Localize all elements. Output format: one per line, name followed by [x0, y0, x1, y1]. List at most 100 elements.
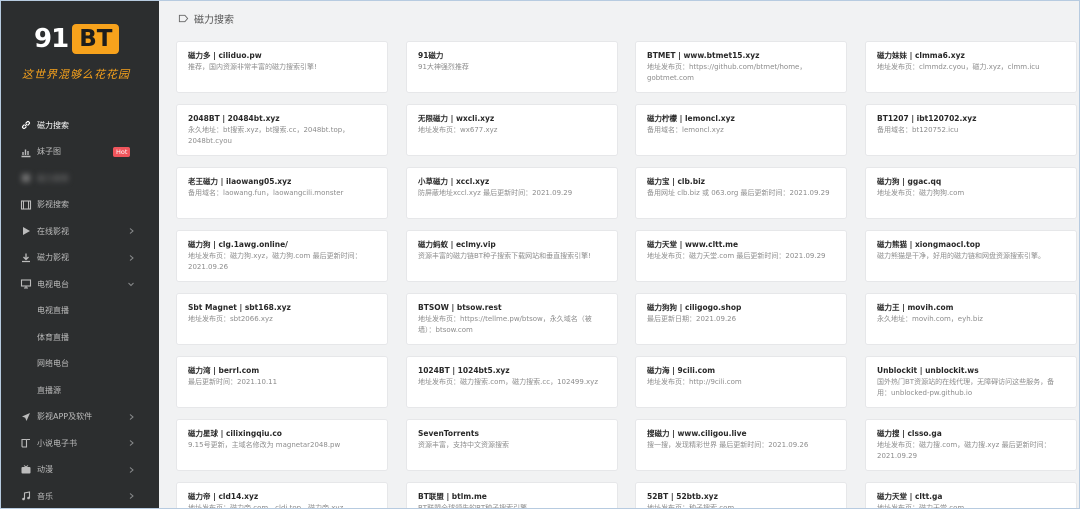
site-card-description: 资源丰富，支持中文资源搜索: [418, 441, 509, 449]
sidebar-item-4[interactable]: 在线影视: [0, 218, 159, 245]
site-card-title: 52BT | 52btb.xyz: [647, 492, 718, 501]
site-card[interactable]: BT1207 | ibt120702.xyz 备用域名：bt120752.icu: [865, 104, 1077, 156]
site-card-title: BTSOW | btsow.rest: [418, 303, 502, 312]
site-card[interactable]: 无限磁力 | wxcli.xyz 地址发布页：wx677.xyz: [406, 104, 618, 156]
site-card[interactable]: 磁力狗 | clg.1awg.online/地址发布页：磁力狗.xyz，磁力狗.…: [176, 230, 388, 282]
sidebar-item-7[interactable]: 电视直播: [0, 298, 159, 325]
site-card-description: 资源丰富的磁力链BT种子搜索下载网站和垂直搜索引擎!: [418, 252, 591, 260]
site-card-description: 地址发布页：磁力天堂.com: [877, 504, 965, 509]
site-card-description: 地址发布页：clmmdz.cyou，磁力.xyz，clmm.icu: [877, 63, 1040, 71]
site-card-title: Sbt Magnet | sbt168.xyz: [188, 303, 291, 312]
sidebar-item-12[interactable]: 小说电子书: [0, 430, 159, 457]
site-card[interactable]: 1024BT | 1024bt5.xyz 地址发布页：磁力搜索.com，磁力搜索.…: [406, 356, 618, 408]
site-card-description: 永久地址：movih.com，eyh.biz: [877, 315, 983, 323]
site-card[interactable]: BTSOW | btsow.rest 地址发布页：https://tellme.p…: [406, 293, 618, 345]
chevron-right-icon: [129, 440, 134, 446]
site-card[interactable]: 2048BT | 20484bt.xyz 永久地址：bt搜索.xyz，bt搜索.c…: [176, 104, 388, 156]
site-card-title: 磁力王 | movih.com: [877, 303, 954, 312]
site-card[interactable]: 小草磁力 | xccl.xyz 防屏蔽地址xccl.xyz 最后更新时间：2021…: [406, 167, 618, 219]
site-card[interactable]: 磁力多 | ciliduo.pw 推荐，国内资源非常丰富的磁力搜索引擎!: [176, 41, 388, 93]
site-card[interactable]: 磁力搜 | clsso.ga 地址发布页：磁力搜.com，磁力搜.xyz 最后更新…: [865, 419, 1077, 471]
site-card[interactable]: 磁力海 | 9cili.com 地址发布页：http://9cili.com: [635, 356, 847, 408]
site-card-description: 地址发布页：磁力搜.com，磁力搜.xyz 最后更新时间：2021.09.29: [877, 441, 1051, 460]
site-card-title: 磁力搜 | clsso.ga: [877, 429, 942, 438]
site-card[interactable]: 磁力星球 | cilixingqiu.co 9.15号更新，主域名修改为 magn…: [176, 419, 388, 471]
sidebar-item-0[interactable]: 磁力搜索: [0, 112, 159, 139]
site-card-title: 2048BT | 20484bt.xyz: [188, 114, 280, 123]
logo-number: 91: [34, 24, 69, 54]
site-card-description: 搜一搜，发现精彩世界 最后更新时间：2021.09.26: [647, 441, 809, 449]
sidebar-item-10[interactable]: 直播源: [0, 377, 159, 404]
site-card-description: 地址发布页：磁力狗.xyz，磁力狗.com 最后更新时间：2021.09.26: [188, 252, 362, 271]
site-card[interactable]: 磁力柠檬 | lemoncl.xyz 备用域名：lemoncl.xyz: [635, 104, 847, 156]
play-icon: [23, 227, 30, 236]
sidebar-item-6[interactable]: 电视电台: [0, 271, 159, 298]
sidebar-item-14[interactable]: 音乐: [0, 483, 159, 509]
site-card[interactable]: 磁力宝 | clb.biz 备用网址 clb.biz 或 063.org 最后更新…: [635, 167, 847, 219]
site-card[interactable]: Sbt Magnet | sbt168.xyz 地址发布页：sbt2066.xyz: [176, 293, 388, 345]
sidebar-item-11[interactable]: 影视APP及软件: [0, 404, 159, 431]
sidebar-item-label: 小说电子书: [37, 438, 77, 448]
site-card[interactable]: 磁力熊猫 | xiongmaocl.top 磁力熊猫是干净，好用的磁力链和网盘资源…: [865, 230, 1077, 282]
site-card-description: BT联盟全球领先的BT种子搜索引擎: [418, 504, 528, 509]
book-icon: [21, 439, 30, 448]
site-card[interactable]: BTMET | www.btmet15.xyz 地址发布页：https://git…: [635, 41, 847, 93]
sidebar-item-label: 动漫: [37, 465, 53, 475]
logo-bt-badge: BT: [72, 24, 120, 54]
sidebar-item-13[interactable]: 动漫: [0, 457, 159, 484]
site-card-title: 磁力蚂蚁 | eclmy.vip: [418, 240, 496, 249]
site-card[interactable]: 磁力蚂蚁 | eclmy.vip 资源丰富的磁力链BT种子搜索下载网站和垂直搜索引…: [406, 230, 618, 282]
sidebar-item-5[interactable]: 磁力影视: [0, 245, 159, 272]
site-card-description: 地址发布页：wx677.xyz: [418, 126, 498, 134]
site-card[interactable]: 91磁力 91大神强烈推荐: [406, 41, 618, 93]
site-card-description: 防屏蔽地址xccl.xyz 最后更新时间：2021.09.29: [418, 189, 573, 197]
site-card[interactable]: 52BT | 52btb.xyz 地址发布页：种子搜索.com: [635, 482, 847, 509]
sidebar-item-label: 妹子图: [37, 147, 61, 157]
site-card-title: 1024BT | 1024bt5.xyz: [418, 366, 510, 375]
site-card[interactable]: 老王磁力 | ilaowang05.xyz 备用域名：laowang.fun，la…: [176, 167, 388, 219]
site-card[interactable]: 磁力狗狗 | ciligogo.shop 最后更新日期：2021.09.26: [635, 293, 847, 345]
site-card-title: 搜磁力 | www.ciligou.live: [647, 429, 747, 438]
sidebar-item-2[interactable]: 磁力搜索: [0, 165, 159, 192]
rocket-icon: [22, 412, 30, 421]
site-card-title: 磁力宝 | clb.biz: [647, 177, 706, 186]
sidebar-item-label: 电视直播: [37, 306, 69, 316]
site-card-title: 磁力柠檬 | lemoncl.xyz: [647, 114, 735, 123]
site-card[interactable]: 磁力狗 | ggac.qq 地址发布页：磁力狗狗.com: [865, 167, 1077, 219]
site-card[interactable]: Unblockit | unblockit.ws 国外热门BT资源站的在线代理，无…: [865, 356, 1077, 408]
sidebar-item-label: 电视电台: [37, 279, 69, 289]
site-card[interactable]: 搜磁力 | www.ciligou.live 搜一搜，发现精彩世界 最后更新时间：…: [635, 419, 847, 471]
site-card[interactable]: 磁力王 | movih.com 永久地址：movih.com，eyh.biz: [865, 293, 1077, 345]
sidebar-item-3[interactable]: 影视搜索: [0, 192, 159, 219]
site-card-description: 地址发布页：http://9cili.com: [647, 378, 742, 386]
tag-icon: [178, 14, 189, 23]
site-card-title: Unblockit | unblockit.ws: [877, 366, 979, 375]
sidebar-item-label: 体育直播: [37, 332, 69, 342]
tv-icon: [21, 464, 31, 474]
main-content: 磁力搜索 磁力多 | ciliduo.pw 推荐，国内资源非常丰富的磁力搜索引擎!…: [159, 0, 1080, 509]
site-card-description: 备用域名：bt120752.icu: [877, 126, 959, 134]
site-card-title: SevenTorrents: [418, 429, 479, 438]
sidebar-item-8[interactable]: 体育直播: [0, 324, 159, 351]
site-card-description: 地址发布页：https://tellme.pw/btsow，永久域名（被墙）：b…: [418, 315, 592, 334]
site-card-description: 备用域名：laowang.fun，laowangcili.monster: [188, 189, 344, 197]
sidebar-item-label: 磁力搜索: [37, 120, 69, 130]
site-card-description: 地址发布页：磁力天堂.com 最后更新时间：2021.09.29: [647, 252, 826, 260]
site-card[interactable]: 磁力妹妹 | clmma6.xyz 地址发布页：clmmdz.cyou，磁力.xy…: [865, 41, 1077, 93]
site-card-title: 老王磁力 | ilaowang05.xyz: [188, 177, 292, 186]
sidebar-item-1[interactable]: 妹子图 Hot: [0, 139, 159, 166]
sidebar-item-label: 磁力搜索: [37, 173, 69, 183]
site-card[interactable]: SevenTorrents 资源丰富，支持中文资源搜索: [406, 419, 618, 471]
chevron-right-icon: [129, 493, 134, 499]
site-card-description: 推荐，国内资源非常丰富的磁力搜索引擎!: [188, 63, 317, 71]
site-card[interactable]: 磁力湾 | berrl.com 最后更新时间：2021.10.11: [176, 356, 388, 408]
site-card-title: 小草磁力 | xccl.xyz: [418, 177, 490, 186]
site-card[interactable]: 磁力帝 | cld14.xyz 地址发布页：磁力帝.com，cldi.top，磁力…: [176, 482, 388, 509]
sidebar-item-9[interactable]: 网络电台: [0, 351, 159, 378]
site-card[interactable]: BT联盟 | btlm.me BT联盟全球领先的BT种子搜索引擎: [406, 482, 618, 509]
download-icon: [22, 253, 30, 262]
site-logo[interactable]: 91 BT: [34, 24, 120, 54]
site-card[interactable]: 磁力天堂 | www.cltt.me 地址发布页：磁力天堂.com 最后更新时间：…: [635, 230, 847, 282]
site-card[interactable]: 磁力天堂 | cltt.ga 地址发布页：磁力天堂.com: [865, 482, 1077, 509]
site-card-title: 无限磁力 | wxcli.xyz: [418, 114, 495, 123]
